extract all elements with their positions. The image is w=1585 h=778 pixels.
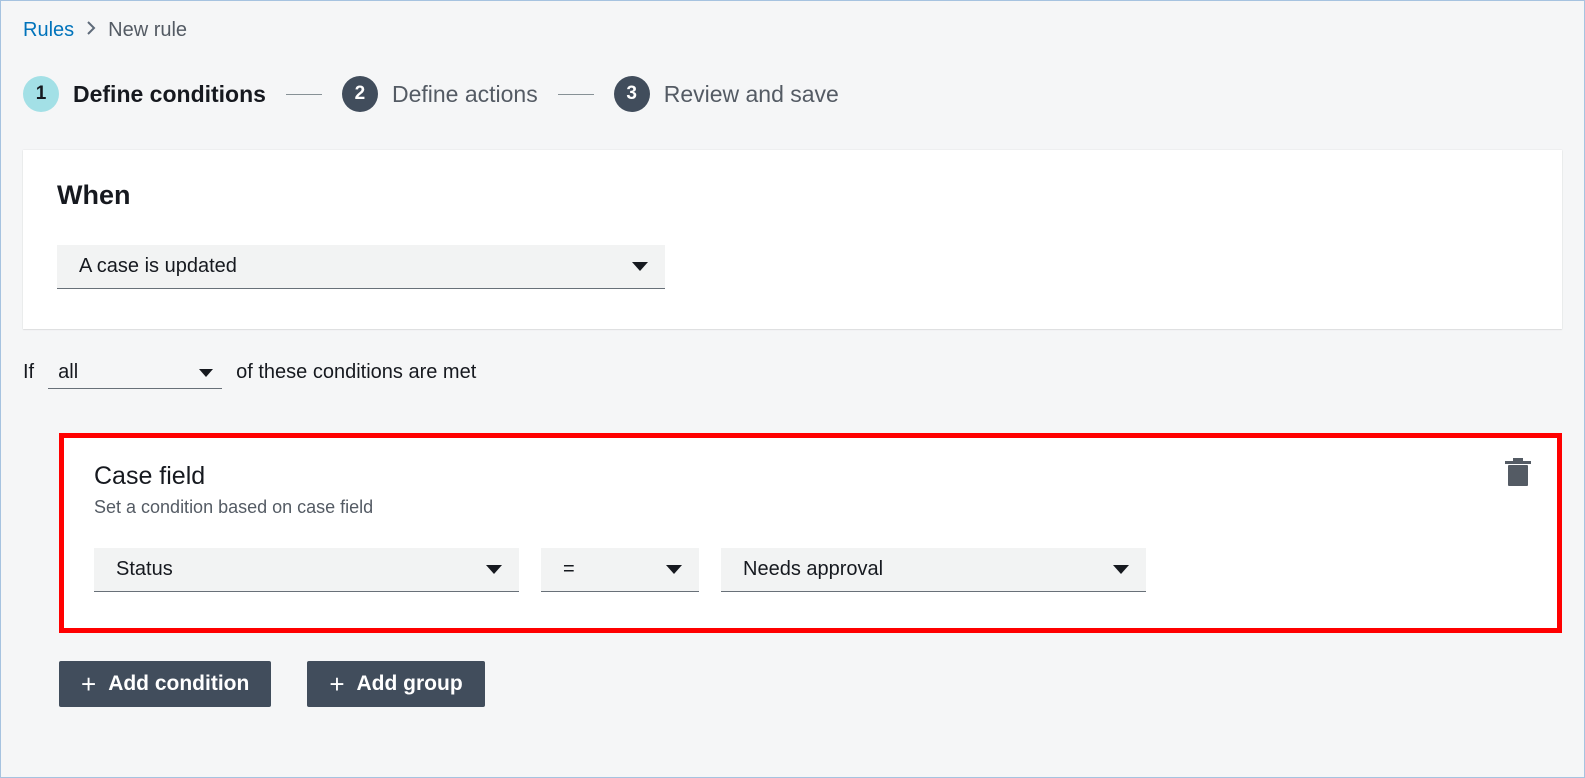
if-suffix: of these conditions are met [236,361,476,384]
step-separator [286,94,322,95]
step-number: 1 [23,76,59,112]
if-mode-select[interactable]: all [48,357,222,389]
condition-subtitle: Set a condition based on case field [94,497,1527,518]
caret-down-icon [485,564,503,576]
add-group-button[interactable]: + Add group [307,661,484,707]
wizard-step-3[interactable]: 3 Review and save [614,76,839,112]
if-clause: If all of these conditions are met [23,357,1562,389]
caret-down-icon [198,368,214,378]
add-condition-label: Add condition [108,672,249,696]
add-group-label: Add group [357,672,463,696]
condition-value-text: Needs approval [743,558,883,581]
chevron-right-icon [86,21,96,40]
breadcrumb: Rules New rule [23,19,1562,42]
step-label: Define conditions [73,81,266,108]
when-trigger-value: A case is updated [79,255,237,278]
wizard-step-2[interactable]: 2 Define actions [342,76,538,112]
if-mode-value: all [58,361,78,384]
breadcrumb-root-link[interactable]: Rules [23,19,74,42]
wizard-steps: 1 Define conditions 2 Define actions 3 R… [23,76,1562,112]
add-condition-button[interactable]: + Add condition [59,661,271,707]
caret-down-icon [665,564,683,576]
condition-operator-select[interactable]: = [541,548,699,592]
caret-down-icon [1112,564,1130,576]
step-label: Define actions [392,81,538,108]
condition-actions: + Add condition + Add group [59,661,1562,707]
step-label: Review and save [664,81,839,108]
wizard-step-1[interactable]: 1 Define conditions [23,76,266,112]
delete-condition-button[interactable] [1505,458,1531,493]
condition-operator-value: = [563,558,575,581]
plus-icon: + [81,671,96,697]
caret-down-icon [631,261,649,273]
trash-icon [1505,458,1531,488]
if-prefix: If [23,361,34,384]
when-heading: When [57,180,1528,211]
breadcrumb-current: New rule [108,19,187,42]
step-number: 3 [614,76,650,112]
when-trigger-select[interactable]: A case is updated [57,245,665,289]
condition-title: Case field [94,462,1527,491]
when-card: When A case is updated [23,150,1562,329]
plus-icon: + [329,671,344,697]
condition-value-select[interactable]: Needs approval [721,548,1146,592]
condition-card: Case field Set a condition based on case… [59,433,1562,633]
step-number: 2 [342,76,378,112]
condition-field-value: Status [116,558,173,581]
step-separator [558,94,594,95]
condition-field-select[interactable]: Status [94,548,519,592]
